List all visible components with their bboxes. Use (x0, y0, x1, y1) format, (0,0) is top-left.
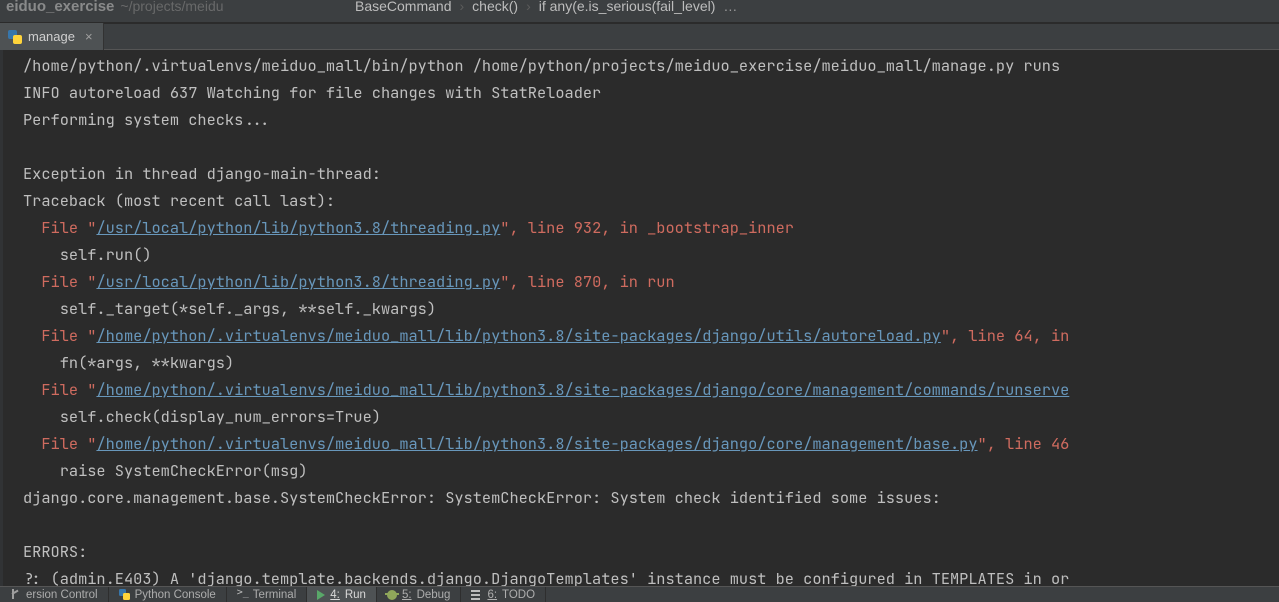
console-line: Performing system checks... (23, 106, 1279, 133)
run-tab-bar: manage × (0, 23, 1279, 50)
ellipsis: … (723, 0, 737, 14)
breadcrumb[interactable]: BaseCommand › check() › if any(e.is_seri… (355, 0, 737, 14)
console-line: fn(*args, **kwargs) (23, 349, 1279, 376)
tool-label: Python Console (135, 589, 216, 601)
tool-label: Debug (417, 589, 451, 601)
run-config-tab[interactable]: manage × (0, 23, 104, 50)
play-icon (317, 590, 325, 600)
terminal-icon (237, 589, 248, 600)
console-line: ?: (admin.E403) A 'django.template.backe… (23, 565, 1279, 586)
run-config-label: manage (28, 29, 75, 44)
crumb-method[interactable]: check() (472, 0, 518, 14)
traceback-link[interactable]: /home/python/.virtualenvs/meiduo_mall/li… (96, 433, 977, 454)
tool-prefix: 5: (402, 589, 412, 601)
tool-version-control[interactable]: ersion Control (0, 587, 109, 602)
console-line: Traceback (most recent call last): (23, 187, 1279, 214)
console-line: File "/home/python/.virtualenvs/meiduo_m… (23, 376, 1279, 403)
tool-window-bar: ersion Control Python Console Terminal 4… (0, 586, 1279, 602)
branch-icon (10, 589, 21, 600)
console-output[interactable]: /home/python/.virtualenvs/meiduo_mall/bi… (23, 50, 1279, 586)
console-line: self._target(*self._args, **self._kwargs… (23, 295, 1279, 322)
traceback-link[interactable]: /usr/local/python/lib/python3.8/threadin… (96, 217, 500, 238)
console-line: File "/home/python/.virtualenvs/meiduo_m… (23, 430, 1279, 457)
console-line: django.core.management.base.SystemCheckE… (23, 484, 1279, 511)
console-line: INFO autoreload 637 Watching for file ch… (23, 79, 1279, 106)
run-gutter (0, 50, 3, 586)
console-line: self.run() (23, 241, 1279, 268)
project-path: ~/projects/meidu (120, 0, 223, 14)
tool-label: ersion Control (26, 589, 98, 601)
close-icon[interactable]: × (85, 29, 93, 44)
tool-todo[interactable]: 6: TODO (461, 587, 546, 602)
traceback-link[interactable]: /home/python/.virtualenvs/meiduo_mall/li… (96, 379, 1069, 400)
tool-label: Run (345, 589, 366, 601)
traceback-link[interactable]: /home/python/.virtualenvs/meiduo_mall/li… (96, 325, 940, 346)
console-line (23, 133, 1279, 160)
console-line: self.check(display_num_errors=True) (23, 403, 1279, 430)
tool-terminal[interactable]: Terminal (227, 587, 307, 602)
tool-debug[interactable]: 5: Debug (377, 587, 461, 602)
tool-label: Terminal (253, 589, 296, 601)
tool-python-console[interactable]: Python Console (109, 587, 227, 602)
console-line: raise SystemCheckError(msg) (23, 457, 1279, 484)
console-line (23, 511, 1279, 538)
console-line: Exception in thread django-main-thread: (23, 160, 1279, 187)
list-icon (471, 589, 482, 600)
project-name: eiduo_exercise (6, 0, 114, 15)
console-line: File "/usr/local/python/lib/python3.8/th… (23, 268, 1279, 295)
tool-run[interactable]: 4: Run (307, 587, 377, 602)
chevron-right-icon: › (460, 0, 465, 14)
console-line: File "/home/python/.virtualenvs/meiduo_m… (23, 322, 1279, 349)
console-line: ERRORS: (23, 538, 1279, 565)
python-icon (8, 30, 22, 44)
python-icon (119, 589, 130, 600)
console-line: /home/python/.virtualenvs/meiduo_mall/bi… (23, 52, 1279, 79)
tool-prefix: 6: (487, 589, 497, 601)
traceback-link[interactable]: /usr/local/python/lib/python3.8/threadin… (96, 271, 500, 292)
tool-prefix: 4: (330, 589, 340, 601)
tool-label: TODO (502, 589, 535, 601)
console-line: File "/usr/local/python/lib/python3.8/th… (23, 214, 1279, 241)
chevron-right-icon: › (526, 0, 531, 14)
project-tab[interactable]: eiduo_exercise ~/projects/meidu (0, 0, 230, 17)
crumb-statement[interactable]: if any(e.is_serious(fail_level) (539, 0, 716, 14)
bug-icon (387, 590, 397, 600)
crumb-class[interactable]: BaseCommand (355, 0, 452, 14)
